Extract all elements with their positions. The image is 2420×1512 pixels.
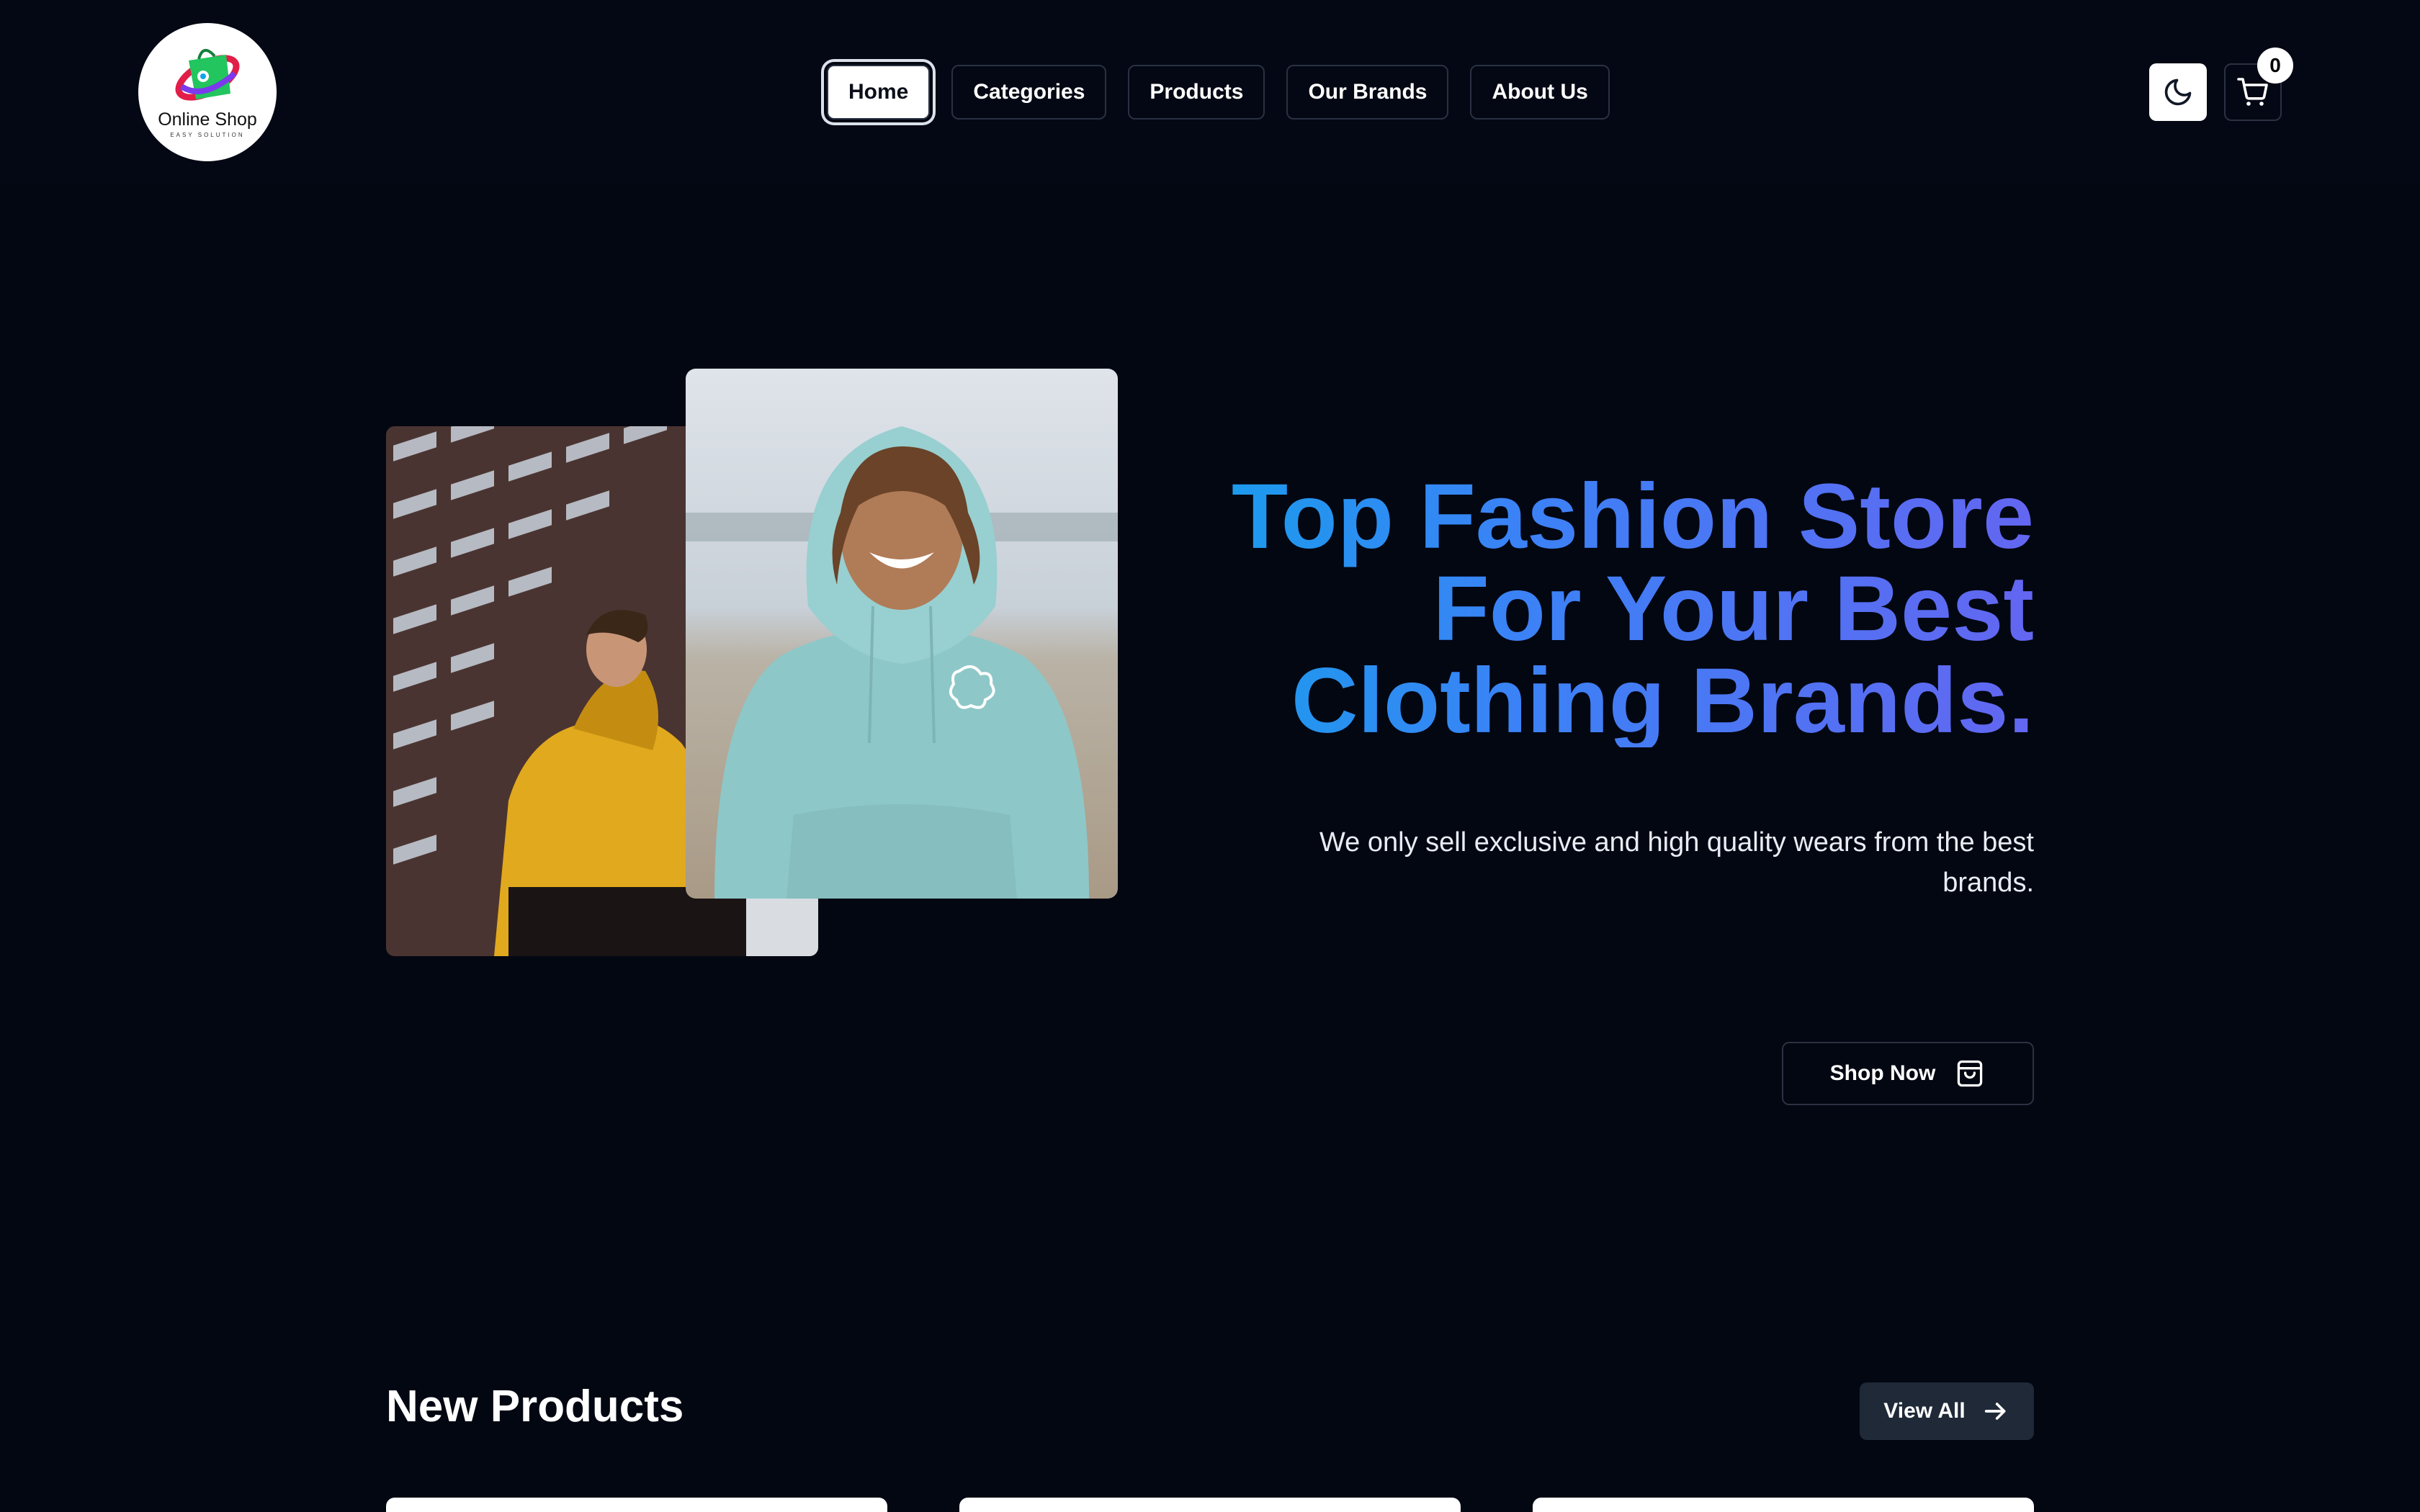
logo-tagline: EASY SOLUTION xyxy=(170,132,245,138)
nav-our-brands[interactable]: Our Brands xyxy=(1286,65,1449,120)
hero-title-line-2: For Your Best xyxy=(1433,557,2034,660)
cart-count-badge: 0 xyxy=(2257,48,2293,84)
hero-title: Top Fashion Store For Your Best Clothing… xyxy=(1098,471,2034,747)
arrow-right-icon xyxy=(1984,1403,2006,1420)
nav-home[interactable]: Home xyxy=(827,65,931,120)
theme-toggle-button[interactable] xyxy=(2149,63,2207,121)
nav-categories[interactable]: Categories xyxy=(951,65,1107,120)
hero-title-line-1: Top Fashion Store xyxy=(1231,465,2034,568)
main-nav: Home Categories Products Our Brands Abou… xyxy=(827,63,1610,121)
product-card[interactable] xyxy=(959,1498,1461,1512)
moon-icon xyxy=(2164,78,2192,106)
hero-image-woman-teal-hoodie xyxy=(686,369,1118,899)
view-all-label: View All xyxy=(1883,1399,1966,1423)
shop-now-button[interactable]: Shop Now xyxy=(1782,1042,2034,1105)
view-all-button[interactable]: View All xyxy=(1860,1382,2034,1440)
hero-title-line-3: Clothing Brands. xyxy=(1291,649,2034,752)
new-products-title: New Products xyxy=(386,1382,684,1431)
hero-subtitle: We only sell exclusive and high quality … xyxy=(1319,827,2034,898)
logo-name: Online Shop xyxy=(158,109,257,130)
site-header: Online Shop EASY SOLUTION Home Categorie… xyxy=(0,0,2420,184)
product-card[interactable] xyxy=(386,1498,887,1512)
nav-about-us[interactable]: About Us xyxy=(1470,65,1610,120)
shopping-bag-logo-icon xyxy=(175,49,240,101)
shopping-bag-icon xyxy=(1958,1060,1983,1087)
nav-products[interactable]: Products xyxy=(1128,65,1265,120)
logo[interactable]: Online Shop EASY SOLUTION xyxy=(138,23,277,161)
product-card[interactable] xyxy=(1533,1498,2034,1512)
shop-now-label: Shop Now xyxy=(1829,1061,1936,1085)
